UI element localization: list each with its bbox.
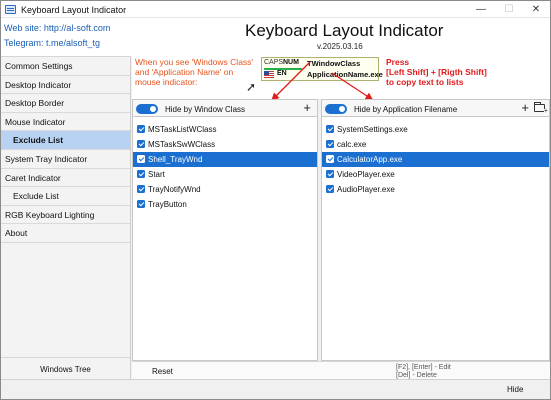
- app-filename-panel: Hide by Application Filename + SystemSet…: [321, 99, 550, 361]
- website-link-row: Web site: http://al-soft.com: [4, 23, 110, 33]
- close-button[interactable]: ✕: [522, 1, 550, 18]
- instruction-right-line: [Left Shift] + [Rigth Shift]: [386, 67, 487, 77]
- sidebar-item-common-settings[interactable]: Common Settings: [1, 57, 130, 76]
- list-item-label: VideoPlayer.exe: [337, 170, 395, 179]
- checkbox[interactable]: [326, 155, 334, 163]
- sidebar-item-exclude-list[interactable]: Exclude List: [1, 187, 130, 206]
- checkbox[interactable]: [326, 125, 334, 133]
- list-item-label: MSTaskSwWClass: [148, 140, 216, 149]
- header: Web site: http://al-soft.com Telegram: t…: [1, 18, 550, 56]
- instruction-right-line: to copy text to lists: [386, 77, 464, 87]
- checkbox[interactable]: [326, 185, 334, 193]
- sidebar-nav: Common Settings Desktop Indicator Desktop …: [1, 57, 130, 243]
- reset-button[interactable]: Reset: [152, 367, 173, 376]
- checkbox[interactable]: [137, 170, 145, 178]
- sidebar-item-exclude-list[interactable]: Exclude List: [1, 131, 130, 150]
- version-label: v.2025.03.16: [317, 42, 363, 51]
- checkbox[interactable]: [137, 200, 145, 208]
- sidebar-item-rgb-keyboard-lighting[interactable]: RGB Keyboard Lighting: [1, 206, 130, 225]
- list-item-label: Start: [148, 170, 165, 179]
- list-item[interactable]: TrayNotifyWnd: [133, 182, 317, 197]
- sidebar-item-caret-indicator[interactable]: Caret Indicator: [1, 169, 130, 188]
- app-filename-list: SystemSettings.exe calc.exe CalculatorApp.…: [322, 117, 549, 197]
- checkbox[interactable]: [326, 140, 334, 148]
- hide-by-app-filename-toggle[interactable]: [325, 104, 347, 114]
- instruction-right: Press [Left Shift] + [Rigth Shift] to co…: [386, 57, 487, 87]
- list-actions-bar: Reset [F2], [Enter] - Edit [Del] - Delet…: [132, 361, 550, 379]
- hide-button[interactable]: Hide: [507, 385, 523, 394]
- website-label: Web site:: [4, 23, 42, 33]
- minimize-button[interactable]: —: [467, 1, 495, 18]
- windows-tree-button[interactable]: Windows Tree: [1, 357, 130, 381]
- window-class-panel: Hide by Window Class + MSTaskListWClass M…: [132, 99, 318, 361]
- list-item[interactable]: calc.exe: [322, 137, 549, 152]
- sidebar-item-mouse-indicator[interactable]: Mouse Indicator: [1, 113, 130, 132]
- list-item[interactable]: Start: [133, 167, 317, 182]
- red-arrows-icon: [271, 61, 374, 99]
- app-filename-panel-title: Hide by Application Filename: [354, 105, 458, 114]
- checkbox[interactable]: [137, 185, 145, 193]
- list-item[interactable]: MSTaskSwWClass: [133, 137, 317, 152]
- footer-bar: Hide: [1, 379, 550, 399]
- hide-by-window-class-toggle[interactable]: [136, 104, 158, 114]
- list-item[interactable]: Shell_TrayWnd: [133, 152, 317, 167]
- sidebar-item-about[interactable]: About: [1, 224, 130, 243]
- sidebar-item-system-tray-indicator[interactable]: System Tray Indicator: [1, 150, 130, 169]
- checkbox[interactable]: [137, 125, 145, 133]
- keyboard-app-icon: [5, 5, 16, 14]
- checkbox[interactable]: [137, 140, 145, 148]
- window-title: Keyboard Layout Indicator: [21, 5, 127, 15]
- sidebar-item-desktop-border[interactable]: Desktop Border: [1, 94, 130, 113]
- telegram-label: Telegram:: [4, 38, 44, 48]
- list-item-label: TrayNotifyWnd: [148, 185, 201, 194]
- list-item[interactable]: AudioPlayer.exe: [322, 182, 549, 197]
- list-item[interactable]: VideoPlayer.exe: [322, 167, 549, 182]
- list-item-label: SystemSettings.exe: [337, 125, 408, 134]
- list-item-label: CalculatorApp.exe: [337, 155, 403, 164]
- hint-edit: [F2], [Enter] - Edit: [396, 364, 451, 371]
- checkbox[interactable]: [326, 170, 334, 178]
- telegram-link[interactable]: t.me/alsoft_tg: [46, 38, 100, 48]
- instruction-area: When you see 'Windows Class' and 'Applic…: [132, 56, 550, 99]
- browse-folder-icon[interactable]: [534, 102, 548, 115]
- list-item-label: TrayButton: [148, 200, 187, 209]
- list-item[interactable]: CalculatorApp.exe: [322, 152, 549, 167]
- add-window-class-button[interactable]: +: [303, 101, 311, 115]
- add-app-filename-button[interactable]: +: [521, 101, 529, 115]
- app-filename-panel-header: Hide by Application Filename +: [322, 100, 549, 117]
- window-class-panel-header: Hide by Window Class +: [133, 100, 317, 117]
- checkbox[interactable]: [137, 155, 145, 163]
- sidebar-item-desktop-indicator[interactable]: Desktop Indicator: [1, 76, 130, 95]
- app-title: Keyboard Layout Indicator: [245, 21, 444, 40]
- window-class-list: MSTaskListWClass MSTaskSwWClass Shell_Tray…: [133, 117, 317, 212]
- list-item-label: MSTaskListWClass: [148, 125, 217, 134]
- list-item[interactable]: MSTaskListWClass: [133, 122, 317, 137]
- list-item-label: AudioPlayer.exe: [337, 185, 395, 194]
- title-bar: Keyboard Layout Indicator — ☐ ✕: [1, 1, 550, 18]
- keyboard-hint: [F2], [Enter] - Edit [Del] - Delete: [396, 364, 451, 380]
- maximize-button[interactable]: ☐: [495, 1, 523, 18]
- list-item[interactable]: TrayButton: [133, 197, 317, 212]
- website-link[interactable]: http://al-soft.com: [44, 23, 111, 33]
- instruction-right-line: Press: [386, 57, 410, 67]
- window-class-panel-title: Hide by Window Class: [165, 105, 246, 114]
- list-item[interactable]: SystemSettings.exe: [322, 122, 549, 137]
- list-item-label: Shell_TrayWnd: [148, 155, 203, 164]
- telegram-link-row: Telegram: t.me/alsoft_tg: [4, 38, 100, 48]
- app-window: Keyboard Layout Indicator — ☐ ✕ Web site…: [0, 0, 551, 400]
- list-item-label: calc.exe: [337, 140, 367, 149]
- sidebar: Common Settings Desktop Indicator Desktop …: [1, 56, 131, 379]
